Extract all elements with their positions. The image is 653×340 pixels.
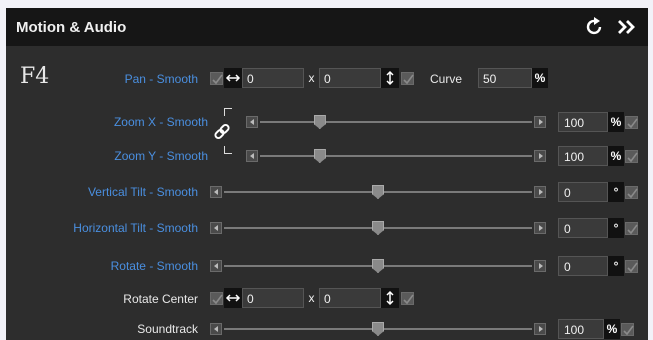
vertical-tilt-smooth-checkbox[interactable] — [625, 186, 638, 199]
slider-right-button[interactable] — [534, 116, 546, 128]
soundtrack-value-input[interactable]: 100 — [558, 319, 604, 339]
slider-left-button[interactable] — [210, 222, 222, 234]
pan-lock-checkbox[interactable] — [401, 72, 414, 85]
rotate-smooth-label[interactable]: Rotate - Smooth — [111, 259, 198, 273]
vertical-tilt-smooth-value-input[interactable]: 0 — [558, 182, 608, 202]
slider-right-button[interactable] — [534, 323, 546, 335]
panel-header: Motion & Audio — [6, 8, 648, 46]
horizontal-tilt-smooth-checkbox[interactable] — [625, 222, 638, 235]
motion-audio-panel: Motion & Audio F4 Pan - Smooth 0 x 0 Cur… — [6, 8, 648, 340]
zoom-y-smooth-label[interactable]: Zoom Y - Smooth — [114, 149, 208, 163]
curve-input[interactable]: 50 — [478, 68, 532, 88]
rotate-center-x-separator: x — [308, 291, 315, 305]
horizontal-arrows-icon — [224, 68, 242, 88]
zoom-x-smooth-slider[interactable] — [246, 114, 546, 130]
slider-right-button[interactable] — [534, 222, 546, 234]
pan-smooth-checkbox[interactable] — [210, 72, 223, 85]
rotate-smooth-value-input[interactable]: 0 — [558, 256, 608, 276]
double-chevron-right-icon[interactable] — [616, 16, 638, 38]
rotate-smooth-checkbox[interactable] — [625, 260, 638, 273]
link-bracket-top — [224, 108, 232, 116]
rotate-center-y-input[interactable]: 0 — [319, 288, 381, 308]
horizontal-arrows-icon — [224, 288, 242, 308]
curve-unit: % — [532, 68, 548, 88]
panel-body: F4 Pan - Smooth 0 x 0 Curve 50 % Zoom X … — [6, 46, 648, 340]
slider-thumb[interactable] — [372, 221, 384, 235]
horizontal-tilt-smooth-slider[interactable] — [210, 220, 546, 236]
soundtrack-unit: % — [604, 319, 620, 339]
slider-track[interactable] — [260, 121, 532, 123]
slider-thumb[interactable] — [372, 259, 384, 273]
vertical-arrows-icon — [381, 288, 399, 308]
slider-left-button[interactable] — [210, 323, 222, 335]
chain-link-icon[interactable] — [212, 122, 232, 142]
rotate-center-checkbox[interactable] — [210, 292, 223, 305]
slider-right-button[interactable] — [534, 260, 546, 272]
vertical-tilt-smooth-slider[interactable] — [210, 184, 546, 200]
slider-left-button[interactable] — [246, 150, 258, 162]
pan-x-separator: x — [308, 71, 315, 85]
zoom-y-smooth-unit: % — [608, 146, 624, 166]
rotate-center-x-input[interactable]: 0 — [242, 288, 304, 308]
slider-thumb[interactable] — [372, 185, 384, 199]
horizontal-tilt-smooth-value-input[interactable]: 0 — [558, 218, 608, 238]
soundtrack-label: Soundtrack — [137, 322, 198, 336]
pan-y-input[interactable]: 0 — [319, 68, 381, 88]
slider-right-button[interactable] — [534, 186, 546, 198]
slider-right-button[interactable] — [534, 150, 546, 162]
zoom-x-smooth-label[interactable]: Zoom X - Smooth — [114, 115, 208, 129]
slider-left-button[interactable] — [210, 186, 222, 198]
slider-left-button[interactable] — [210, 260, 222, 272]
zoom-x-smooth-value-input[interactable]: 100 — [558, 112, 608, 132]
horizontal-tilt-smooth-label[interactable]: Horizontal Tilt - Smooth — [73, 221, 198, 235]
hotkey-badge: F4 — [20, 64, 50, 89]
pan-x-input[interactable]: 0 — [242, 68, 304, 88]
zoom-y-smooth-value-input[interactable]: 100 — [558, 146, 608, 166]
vertical-tilt-smooth-label[interactable]: Vertical Tilt - Smooth — [88, 185, 198, 199]
rotate-smooth-slider[interactable] — [210, 258, 546, 274]
soundtrack-checkbox[interactable] — [621, 323, 634, 336]
panel-title: Motion & Audio — [16, 19, 127, 36]
zoom-x-smooth-unit: % — [608, 112, 624, 132]
reset-icon[interactable] — [584, 16, 606, 38]
horizontal-tilt-smooth-unit: ° — [608, 218, 624, 238]
rotate-smooth-unit: ° — [608, 256, 624, 276]
slider-thumb[interactable] — [313, 149, 326, 163]
slider-thumb[interactable] — [372, 322, 384, 336]
slider-left-button[interactable] — [246, 116, 258, 128]
zoom-y-smooth-slider[interactable] — [246, 148, 546, 164]
vertical-arrows-icon — [381, 68, 399, 88]
soundtrack-slider[interactable] — [210, 321, 546, 337]
curve-label: Curve — [430, 72, 463, 86]
zoom-y-smooth-checkbox[interactable] — [625, 150, 638, 163]
slider-track[interactable] — [260, 155, 532, 157]
pan-smooth-label[interactable]: Pan - Smooth — [125, 72, 198, 86]
link-bracket-bottom — [224, 146, 232, 154]
zoom-x-smooth-checkbox[interactable] — [625, 116, 638, 129]
slider-thumb[interactable] — [313, 115, 326, 129]
vertical-tilt-smooth-unit: ° — [608, 182, 624, 202]
rotate-center-lock-checkbox[interactable] — [401, 292, 414, 305]
rotate-center-label: Rotate Center — [123, 292, 198, 306]
